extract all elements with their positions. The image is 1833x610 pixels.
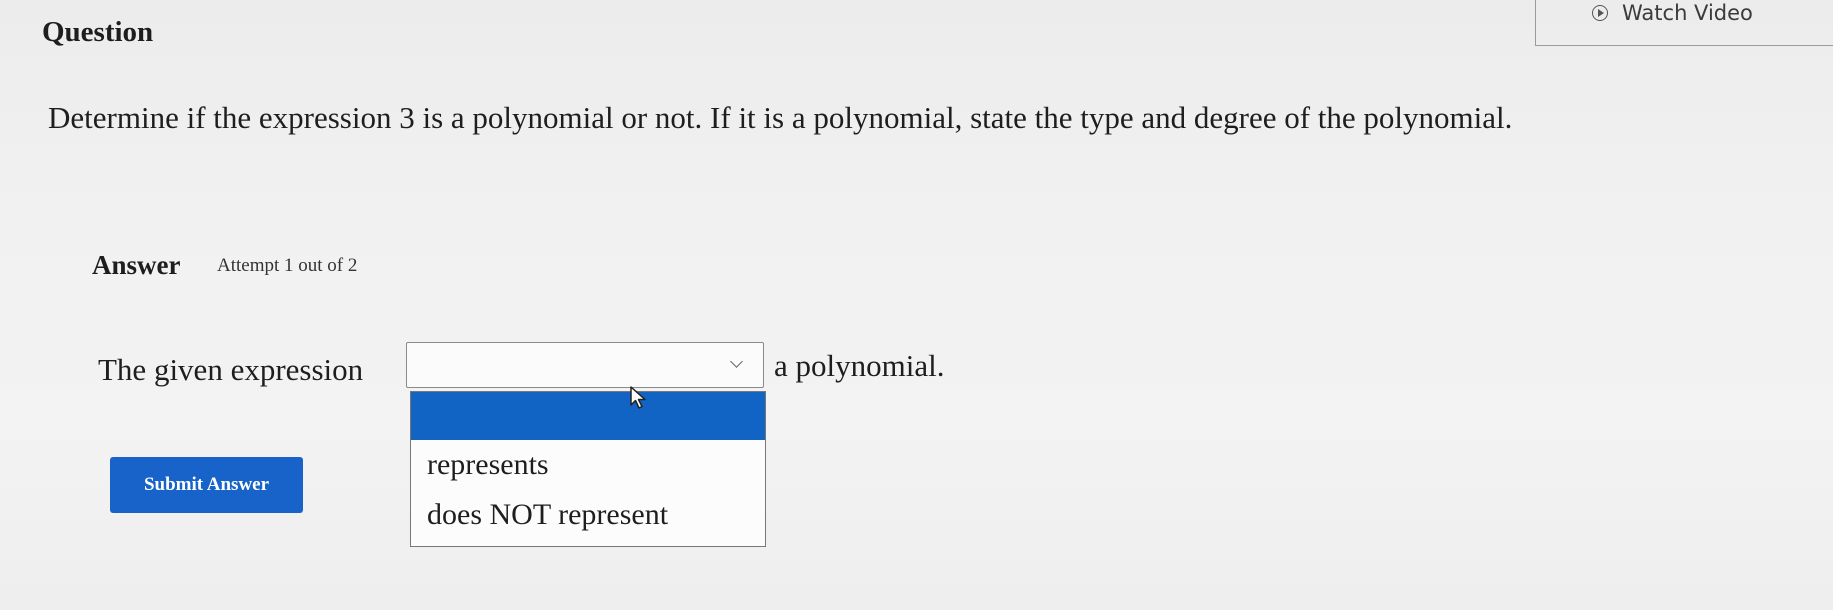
chevron-down-icon	[730, 355, 743, 368]
watch-video-button[interactable]: Watch Video	[1535, 0, 1833, 46]
attempt-counter: Attempt 1 out of 2	[217, 255, 358, 276]
dropdown-option-represents[interactable]: represents	[411, 440, 765, 490]
dropdown-option-does-not-represent[interactable]: does NOT represent	[411, 490, 765, 540]
watch-video-label: Watch Video	[1622, 1, 1753, 25]
question-text: Determine if the expression 3 is a polyn…	[48, 100, 1513, 135]
play-circle-icon	[1592, 5, 1608, 21]
dropdown-option-blank[interactable]	[411, 392, 765, 440]
sentence-suffix: a polynomial.	[774, 348, 945, 383]
answer-select[interactable]	[406, 342, 764, 388]
submit-answer-button[interactable]: Submit Answer	[110, 457, 303, 513]
select-dropdown-list: represents does NOT represent	[410, 391, 766, 547]
question-heading: Question	[42, 16, 154, 48]
answer-heading: Answer	[92, 250, 181, 280]
sentence-prefix: The given expression	[98, 352, 364, 387]
mouse-pointer-icon	[630, 386, 646, 409]
